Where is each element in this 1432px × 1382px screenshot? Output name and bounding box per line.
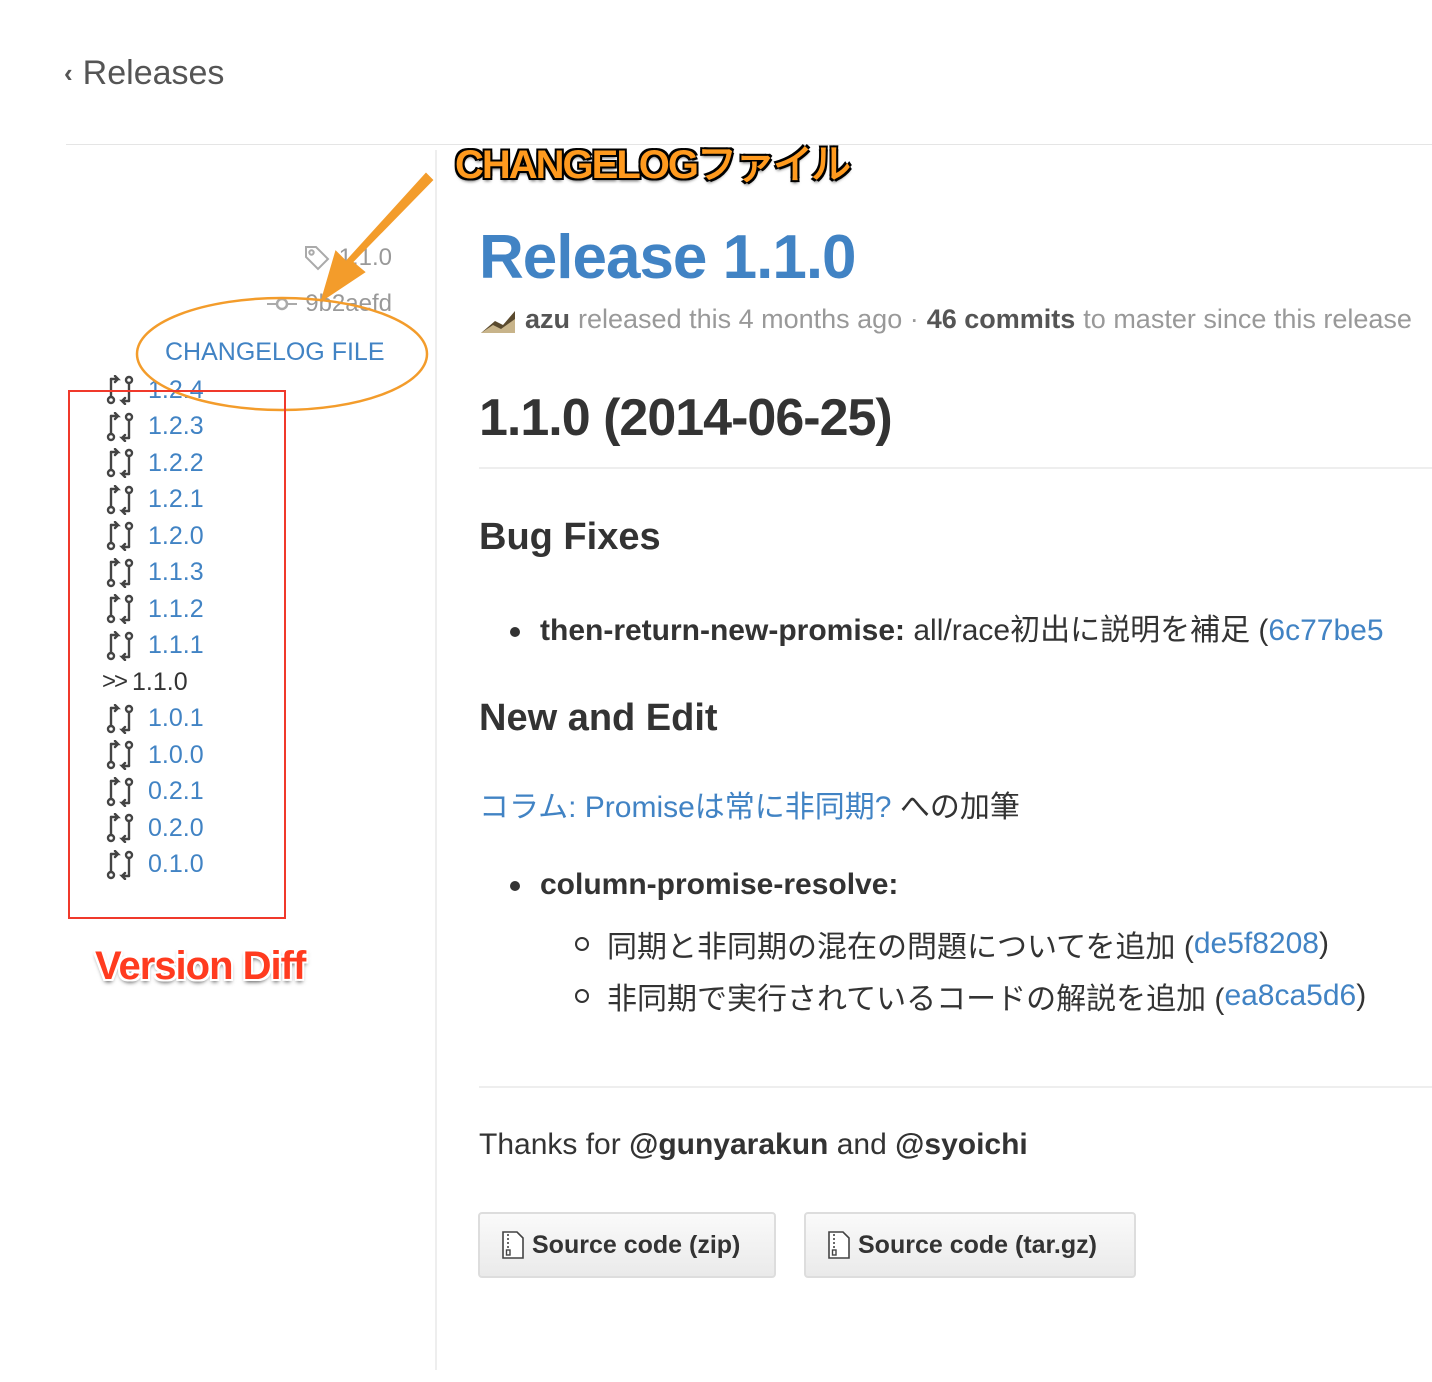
- sub-item-close: ): [1318, 927, 1329, 960]
- sub-list-item: 同期と非同期の混在の問題についてを追加 (de5f8208): [575, 918, 1366, 970]
- commit-icon: [267, 297, 298, 311]
- paragraph: コラム: Promiseは常に非同期? への加筆: [479, 782, 1020, 826]
- download-zip-label: Source code (zip): [532, 1230, 741, 1259]
- sidebar-divider: [435, 150, 437, 1370]
- thanks-and: and: [836, 1128, 887, 1161]
- file-zip-icon: [502, 1231, 524, 1259]
- list-item: column-promise-resolve:: [510, 868, 898, 902]
- footer-divider: [479, 1086, 1432, 1088]
- section-bug-fixes: Bug Fixes: [479, 516, 661, 558]
- mention-link-1[interactable]: @gunyarakun: [629, 1128, 828, 1161]
- version-diff-highlight-box: [68, 390, 286, 919]
- tag-icon: [304, 246, 330, 271]
- heading-divider: [479, 467, 1432, 469]
- callout-arrow: [320, 172, 434, 303]
- mention-link-2[interactable]: @syoichi: [895, 1128, 1028, 1161]
- back-to-releases-link[interactable]: ‹ Releases: [64, 54, 224, 93]
- section-new-and-edit: New and Edit: [479, 697, 718, 739]
- paragraph-text: への加筆: [899, 791, 1020, 824]
- thanks-line: Thanks for @gunyarakun and @syoichi: [479, 1128, 1028, 1162]
- download-zip-button[interactable]: Source code (zip): [478, 1212, 776, 1278]
- release-title[interactable]: Release 1.1.0: [479, 222, 857, 293]
- commit-label: 9b2aefd: [305, 290, 392, 317]
- author-link[interactable]: azu: [525, 304, 570, 335]
- chevron-left-icon: ‹: [64, 58, 73, 88]
- avatar[interactable]: [479, 305, 517, 335]
- back-label: Releases: [82, 54, 225, 92]
- bullet-icon: [510, 881, 520, 892]
- release-meta: azu released this 4 months ago · 46 comm…: [479, 304, 1412, 335]
- release-heading: 1.1.0 (2014-06-25): [479, 389, 893, 447]
- released-text: released this 4 months ago ·: [578, 304, 919, 334]
- circle-bullet-icon: [575, 989, 589, 1003]
- commits-suffix: to master since this release: [1083, 304, 1412, 334]
- commits-link[interactable]: 46 commits: [927, 304, 1076, 335]
- tag-label: 1.1.0: [338, 244, 392, 271]
- download-tar-label: Source code (tar.gz): [858, 1230, 1097, 1259]
- circle-bullet-icon: [575, 937, 589, 951]
- bullet-icon: [510, 627, 520, 638]
- release-commit[interactable]: 9b2aefd: [267, 290, 392, 318]
- sub-item-close: ): [1356, 979, 1367, 1012]
- changelog-file-link[interactable]: CHANGELOG FILE: [165, 338, 385, 367]
- commit-hash-link[interactable]: ea8ca5d6: [1224, 979, 1356, 1013]
- bug-item-text: all/race初出に説明を補足 (: [913, 614, 1269, 647]
- file-zip-icon: [828, 1231, 850, 1259]
- thanks-prefix: Thanks for: [479, 1128, 621, 1161]
- sub-list-item: 非同期で実行されているコードの解説を追加 (ea8ca5d6): [575, 970, 1366, 1022]
- release-tag[interactable]: 1.1.0: [303, 244, 392, 272]
- sub-list: 同期と非同期の混在の問題についてを追加 (de5f8208) 非同期で実行されて…: [575, 918, 1366, 1022]
- sub-item-text: 非同期で実行されているコードの解説を追加 (: [607, 983, 1225, 1016]
- list-item: then-return-new-promise: all/race初出に説明を補…: [510, 605, 1384, 649]
- changelog-callout-label: CHANGELOGファイル: [455, 143, 851, 187]
- commit-hash-link[interactable]: de5f8208: [1194, 927, 1319, 961]
- download-tar-button[interactable]: Source code (tar.gz): [804, 1212, 1136, 1278]
- column-link[interactable]: コラム: Promiseは常に非同期?: [479, 791, 891, 824]
- commit-hash-link[interactable]: 6c77be5: [1268, 614, 1383, 647]
- item-key: column-promise-resolve:: [540, 868, 899, 901]
- version-diff-label: Version Diff: [95, 944, 306, 988]
- bug-item-key: then-return-new-promise:: [540, 614, 906, 647]
- sub-item-text: 同期と非同期の混在の問題についてを追加 (: [607, 931, 1194, 964]
